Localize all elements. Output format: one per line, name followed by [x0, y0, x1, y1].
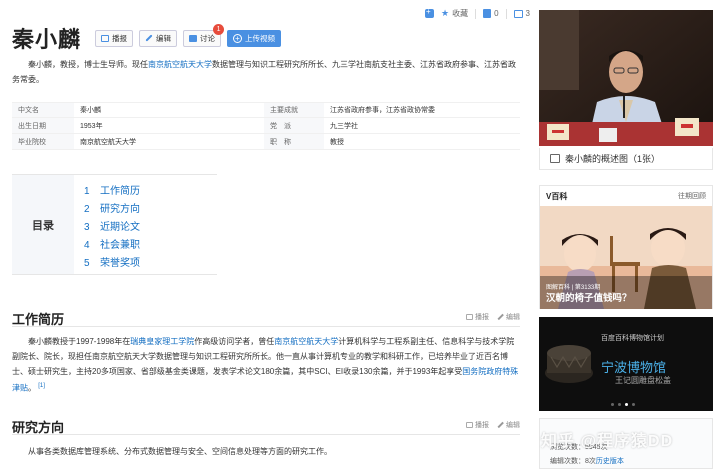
thumbs-up-icon	[483, 9, 492, 18]
catalog-item-honors[interactable]: 5 荣誉奖项	[84, 255, 140, 273]
museum-logo: 百度百科博物馆计划	[601, 335, 664, 342]
reference-link[interactable]: [1]	[38, 383, 45, 389]
add-icon[interactable]	[425, 7, 435, 18]
section-play-button[interactable]: 播报	[466, 312, 489, 322]
catalog: 目录 1 工作简历 2 研究方向 3 近期论文 4 社会兼职 5 荣誉奖项	[12, 174, 217, 275]
catalog-item-work[interactable]: 1 工作简历	[84, 183, 140, 201]
section-tools: 播报 编辑	[466, 420, 520, 430]
section-edit-button[interactable]: 编辑	[497, 420, 520, 430]
catalog-title: 目录	[12, 175, 74, 274]
v-baike-caption: 汉朝的椅子值钱吗？	[546, 293, 632, 304]
speaker-icon	[466, 422, 473, 428]
work-paragraph: 秦小麟教授于1997-1998年在瑞典皇家理工学院作高级访问学者，曾任南京航空航…	[12, 337, 519, 393]
page-title: 秦小麟	[12, 27, 82, 53]
museum-title: 宁波博物馆	[601, 360, 667, 375]
info-value: 江苏省政府参事，江苏省政协常委	[330, 107, 435, 114]
divider	[505, 8, 507, 19]
museum-banner[interactable]: 百度百科博物馆计划 宁波博物馆 王记圆雕盘松盖	[539, 317, 713, 411]
basic-info-table: 中文名 秦小麟 主要成就 江苏省政府参事，江苏省政协常委 出生日期 1953年 …	[12, 102, 520, 150]
profile-photo-illustration	[539, 10, 713, 146]
info-key: 中文名	[12, 103, 74, 117]
carousel-dot[interactable]	[618, 403, 621, 406]
history-link[interactable]: 历史版本	[596, 458, 624, 465]
research-paragraph: 从事各类数据库管理系统、分布式数据管理与安全、空间信息处理等方面的研究工作。	[28, 447, 332, 456]
catalog-list: 1 工作简历 2 研究方向 3 近期论文 4 社会兼职 5 荣誉奖项	[74, 175, 140, 274]
pencil-icon	[497, 313, 504, 321]
info-key: 毕业院校	[12, 134, 74, 149]
chat-icon	[189, 34, 198, 42]
section-title: 工作简历	[12, 312, 65, 327]
pencil-icon	[145, 34, 153, 42]
info-row: 出生日期 1953年 党 派 九三学社	[12, 118, 520, 134]
share-button[interactable]: 3	[513, 9, 530, 18]
discuss-button[interactable]: 讨论 1	[183, 23, 225, 47]
v-baike-image[interactable]: 图解百科 | 第3133期 汉朝的椅子值钱吗？	[540, 206, 712, 309]
catalog-item-research[interactable]: 2 研究方向	[84, 201, 140, 219]
info-value: 教授	[330, 138, 344, 146]
play-button[interactable]: 播报	[95, 29, 134, 47]
carousel-dot[interactable]	[632, 403, 635, 406]
star-icon: ★	[441, 8, 450, 18]
discuss-badge: 1	[213, 23, 225, 35]
edit-button[interactable]: 编辑	[139, 29, 178, 47]
section-header-work: 工作简历 播报 编辑	[12, 309, 520, 327]
pencil-icon	[497, 421, 504, 429]
v-baike-card: V百科 往期回顾 图解百科 | 第3133期 汉朝的椅子值钱吗？	[539, 185, 713, 309]
speaker-icon	[466, 314, 473, 320]
share-bar: ★ 收藏 0 3	[425, 7, 530, 19]
section-title: 研究方向	[12, 420, 65, 435]
title-row: 秦小麟 播报 编辑 讨论 1 + 上传视频	[12, 22, 282, 54]
photo-caption[interactable]: 秦小麟的概述图（1张）	[539, 148, 713, 170]
profile-photo[interactable]	[539, 10, 713, 146]
carousel-dot[interactable]	[625, 403, 628, 406]
link-nuaa[interactable]: 南京航空航天大学	[148, 60, 212, 69]
speaker-icon	[101, 34, 110, 42]
summary-paragraph: 秦小麟，教授，博士生导师。现任南京航空航天大学数据管理与知识工程研究所所长、九三…	[12, 60, 516, 84]
link-nuaa[interactable]: 南京航空航天大学	[274, 337, 338, 346]
section-edit-button[interactable]: 编辑	[497, 312, 520, 322]
gallery-icon	[550, 154, 560, 163]
info-value: 1953年	[80, 122, 103, 130]
info-value: 九三学社	[330, 122, 358, 130]
info-row: 中文名 秦小麟 主要成就 江苏省政府参事，江苏省政协常委	[12, 102, 520, 118]
info-value: 南京航空航天大学	[80, 138, 136, 146]
plus-icon: +	[233, 33, 243, 43]
info-key: 主要成就	[264, 103, 324, 117]
v-baike-logo: V百科	[546, 191, 568, 201]
upload-video-button[interactable]: + 上传视频	[227, 29, 282, 47]
like-button[interactable]: 0	[483, 9, 499, 18]
past-issues-link[interactable]: 往期回顾	[678, 191, 706, 201]
watermark: 知乎 @程序猿DD	[541, 433, 674, 450]
divider	[475, 8, 477, 19]
catalog-item-positions[interactable]: 4 社会兼职	[84, 237, 140, 255]
museum-subtitle: 王记圆雕盘松盖	[615, 376, 671, 385]
v-baike-header: V百科 往期回顾	[540, 186, 712, 206]
section-tools: 播报 编辑	[466, 312, 520, 322]
edits-stat: 编辑次数：8次历史版本	[550, 458, 624, 465]
section-play-button[interactable]: 播报	[466, 420, 489, 430]
share-icon	[513, 9, 523, 18]
info-row: 毕业院校 南京航空航天大学 职 称 教授	[12, 134, 520, 150]
info-key: 党 派	[264, 118, 324, 133]
info-value: 秦小麟	[80, 107, 101, 114]
carousel-dots[interactable]	[611, 403, 635, 406]
section-header-research: 研究方向 播报 编辑	[12, 417, 520, 435]
catalog-item-papers[interactable]: 3 近期论文	[84, 219, 140, 237]
carousel-dot[interactable]	[611, 403, 614, 406]
link-kth[interactable]: 瑞典皇家理工学院	[130, 337, 194, 346]
info-key: 出生日期	[12, 118, 74, 133]
collect-button[interactable]: ★ 收藏	[441, 8, 468, 19]
info-key: 职 称	[264, 134, 324, 149]
